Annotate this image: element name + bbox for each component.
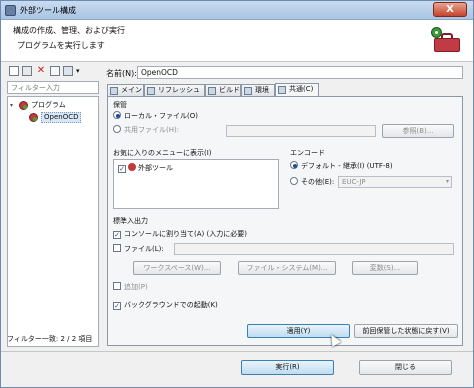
- shared-file-radio[interactable]: 共用ファイル(H):: [113, 125, 179, 135]
- dialog-header: 構成の作成、管理、および実行 プログラムを実行します: [1, 20, 473, 62]
- common-tab-content: 保管 ローカル・ファイル(O) 共用ファイル(H): 参照(B)... お気に入…: [107, 96, 463, 346]
- window-title: 外部ツール構成: [20, 6, 76, 15]
- console-checkbox[interactable]: ✓ コンソールに割り当て(A) (入力に必要): [113, 229, 247, 239]
- browse-button[interactable]: 参照(B)...: [382, 124, 454, 138]
- left-toolbar: ✕ ▾: [7, 64, 99, 78]
- favorites-title: お気に入りのメニューに表示(I): [113, 149, 212, 157]
- dropdown-arrow-icon[interactable]: ▾: [76, 66, 86, 76]
- favorites-list: ✓ 外部ツール: [113, 159, 279, 209]
- window-close-button[interactable]: X: [433, 2, 467, 17]
- main-tab-icon: [110, 87, 118, 95]
- name-label: 名前(N):: [106, 69, 137, 78]
- workspace-button[interactable]: ワークスペース(W)...: [133, 261, 221, 275]
- collapse-all-icon[interactable]: [50, 66, 60, 76]
- new-config-icon[interactable]: [9, 66, 19, 76]
- app-icon: [5, 5, 16, 16]
- tab-build[interactable]: ビルド: [205, 84, 241, 96]
- tab-refresh[interactable]: リフレッシュ: [144, 84, 205, 96]
- shared-file-field[interactable]: [226, 125, 376, 137]
- run-button[interactable]: 実行(R): [241, 360, 334, 375]
- favorites-item-external-tools[interactable]: ✓ 外部ツール: [118, 163, 173, 173]
- refresh-icon: [147, 87, 155, 95]
- config-list-panel: ✕ ▾ ▾ プログラム OpenOCD: [7, 64, 99, 347]
- filter-icon[interactable]: [63, 66, 73, 76]
- default-encoding-radio[interactable]: デフォルト - 継承(I) (UTF-8): [290, 161, 393, 171]
- collapse-arrow-icon[interactable]: ▾: [10, 102, 17, 109]
- tab-main[interactable]: メイン: [107, 84, 144, 96]
- title-bar[interactable]: 外部ツール構成 X: [1, 1, 473, 20]
- delete-icon[interactable]: ✕: [36, 66, 46, 76]
- encoding-select[interactable]: EUC-JP ▾: [338, 176, 452, 188]
- save-group-title: 保管: [113, 101, 127, 109]
- tab-bar: メイン リフレッシュ ビルド 環境 共通(C): [107, 83, 463, 96]
- output-file-field[interactable]: [174, 243, 454, 255]
- external-tool-icon: [128, 163, 136, 171]
- common-icon: [278, 86, 286, 94]
- file-checkbox[interactable]: ファイル(L):: [113, 244, 164, 254]
- dialog-window: 外部ツール構成 X 構成の作成、管理、および実行 プログラムを実行します ✕ ▾…: [0, 0, 474, 388]
- launch-config-icon: [29, 113, 38, 122]
- append-checkbox[interactable]: 追加(P): [113, 282, 148, 292]
- local-file-radio[interactable]: ローカル・ファイル(O): [113, 111, 198, 121]
- duplicate-icon[interactable]: [22, 66, 32, 76]
- filter-status: フィルター一致: 2 / 2 項目: [7, 335, 93, 343]
- build-icon: [208, 87, 216, 95]
- background-launch-checkbox[interactable]: ✓ バックグラウンドでの起動(K): [113, 300, 218, 310]
- close-button[interactable]: 閉じる: [359, 360, 452, 375]
- tab-environment[interactable]: 環境: [241, 84, 275, 96]
- gear-icon: [431, 27, 442, 38]
- name-field[interactable]: OpenOCD: [137, 66, 463, 79]
- io-title: 標準入出力: [113, 217, 148, 225]
- encoding-title: エンコード: [290, 149, 325, 157]
- revert-button[interactable]: 前回保管した状態に戻す(V): [354, 324, 458, 338]
- environment-icon: [244, 87, 252, 95]
- footer-separator: [1, 351, 473, 352]
- toolbox-icon: [431, 27, 461, 53]
- program-icon: [19, 101, 28, 110]
- header-subtitle: プログラムを実行します: [17, 41, 105, 50]
- config-tree: ▾ プログラム OpenOCD: [7, 96, 99, 347]
- header-title: 構成の作成、管理、および実行: [13, 26, 125, 35]
- chevron-down-icon: ▾: [445, 178, 449, 185]
- config-editor: 名前(N): OpenOCD メイン リフレッシュ ビルド 環境 共通(C) 保…: [103, 64, 467, 347]
- variables-button[interactable]: 変数(S)...: [352, 261, 418, 275]
- tab-common[interactable]: 共通(C): [275, 83, 319, 96]
- filesystem-button[interactable]: ファイル・システム(M)...: [238, 261, 336, 275]
- filter-input[interactable]: [7, 81, 99, 94]
- other-encoding-radio[interactable]: その他(E):: [290, 177, 334, 187]
